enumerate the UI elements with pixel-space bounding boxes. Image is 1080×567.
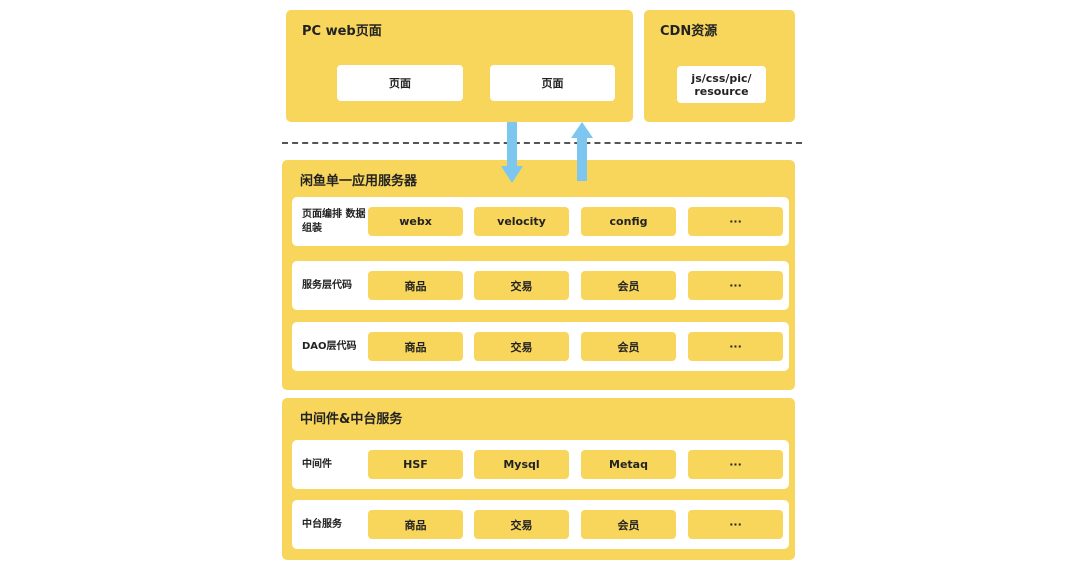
arrows <box>501 122 593 183</box>
arrow-down-icon <box>501 122 523 183</box>
arrow-up-icon <box>571 122 593 181</box>
